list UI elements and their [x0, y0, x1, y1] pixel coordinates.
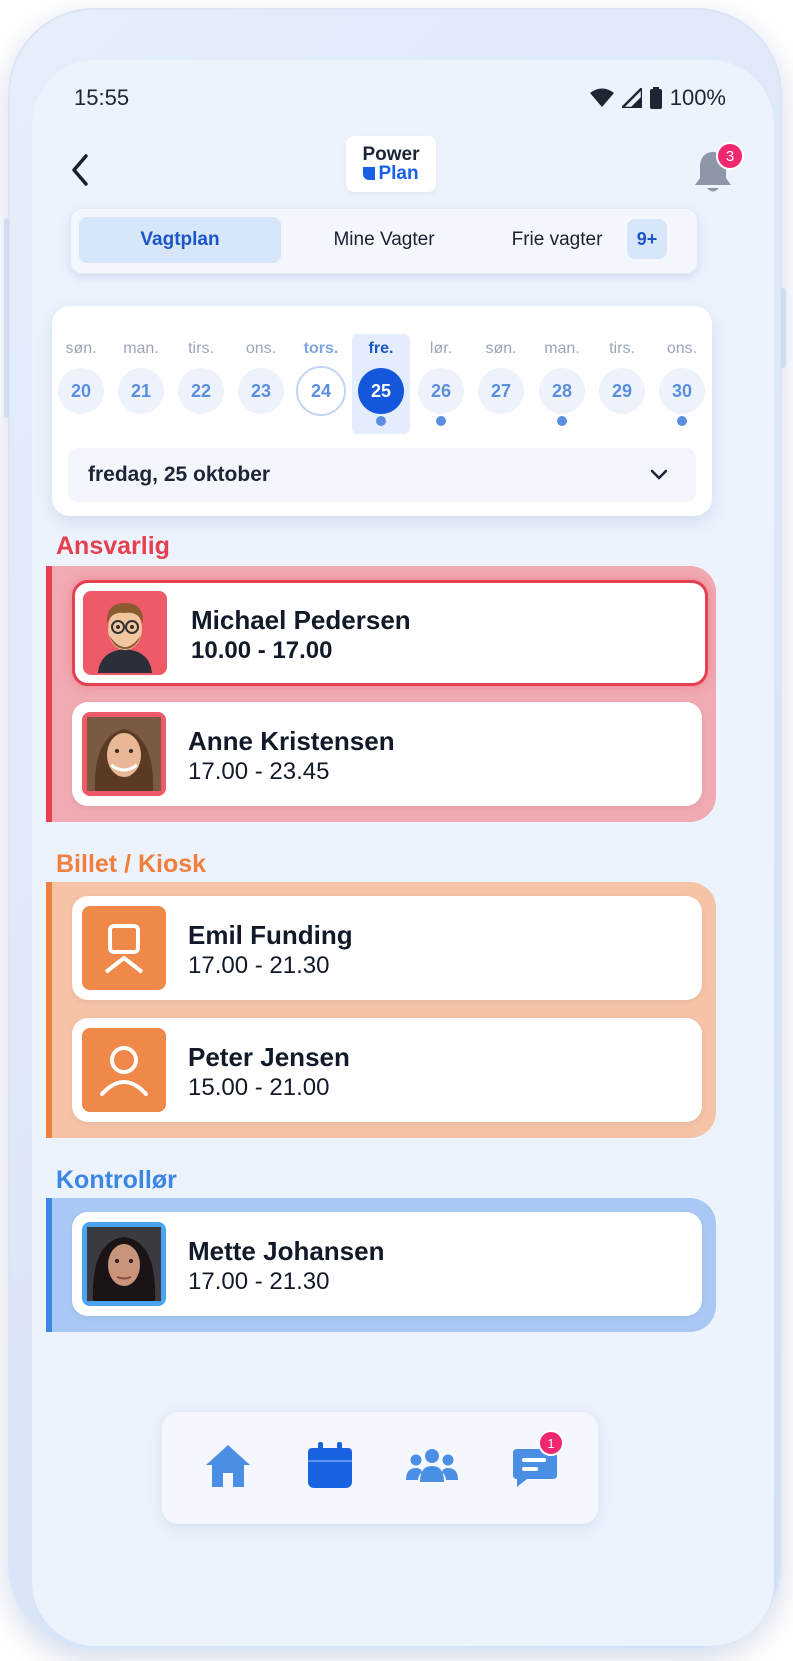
weekday-label: tors.: [303, 340, 339, 357]
employee-name: Peter Jensen: [188, 1042, 350, 1072]
home-icon: [206, 1445, 250, 1487]
employee-name: Mette Johansen: [188, 1236, 385, 1266]
date-number: 25: [358, 368, 404, 414]
messages-count-badge: 1: [538, 1430, 564, 1456]
date-number: 20: [58, 368, 104, 414]
weekday-label: man.: [544, 340, 580, 357]
shift-indicator-dot: [557, 416, 567, 426]
tab-bar: Vagtplan Mine Vagter Frie vagter 9+: [70, 208, 698, 274]
date-number: 24: [296, 366, 346, 416]
bottom-navigation: 1: [162, 1412, 598, 1524]
person-photo-icon: [87, 717, 161, 791]
logo-text-top: Power: [362, 144, 420, 165]
chevron-down-icon: [650, 469, 668, 480]
shift-group-kontrollor: Mette Johansen 17.00 - 21.30: [46, 1198, 716, 1332]
shift-group-ansvarlig: Michael Pedersen 10.00 - 17.00 Anne Kris…: [46, 566, 716, 822]
weekday-label: tirs.: [188, 340, 214, 357]
selected-date-label: fredag, 25 oktober: [88, 463, 271, 486]
employee-name: Emil Funding: [188, 920, 353, 950]
date-number: 29: [599, 368, 645, 414]
date-number: 28: [539, 368, 585, 414]
date-number: 27: [478, 368, 524, 414]
battery-icon: [649, 87, 662, 109]
notifications-button[interactable]: 3: [692, 142, 744, 196]
shift-time: 15.00 - 21.00: [188, 1074, 330, 1101]
date-number: 22: [178, 368, 224, 414]
shift-indicator-dot: [436, 416, 446, 426]
logo-mark-icon: [363, 167, 376, 180]
notification-count-badge: 3: [716, 142, 744, 170]
shift-time: 17.00 - 23.45: [188, 758, 330, 785]
powerplan-logo: Power Plan: [346, 136, 436, 192]
weekday-label: fre.: [368, 340, 394, 357]
avatar: [82, 1028, 166, 1112]
section-title-billet-kiosk: Billet / Kiosk: [56, 850, 207, 878]
date-number: 30: [659, 368, 705, 414]
status-time: 15:55: [74, 85, 130, 110]
section-title-ansvarlig: Ansvarlig: [56, 532, 170, 560]
weekday-label: søn.: [485, 340, 517, 357]
nav-calendar[interactable]: [300, 1436, 360, 1496]
power-button: [781, 288, 786, 368]
weekday-label: ons.: [666, 340, 698, 357]
calendar-icon: [308, 1442, 352, 1488]
weekday-label: søn.: [65, 340, 97, 357]
tab-frie-vagter[interactable]: Frie vagter: [483, 217, 631, 263]
calendar-day-selected[interactable]: fre. 25: [352, 334, 410, 434]
status-bar: 15:55 100%: [74, 80, 726, 116]
group-accent-bar: [46, 566, 52, 822]
app-header: Power Plan 3: [32, 120, 774, 220]
team-icon: [406, 1449, 458, 1482]
battery-level: 100%: [669, 85, 726, 110]
avatar: [82, 906, 166, 990]
shift-card[interactable]: Emil Funding 17.00 - 21.30: [72, 896, 702, 1000]
employee-name: Michael Pedersen: [191, 605, 411, 635]
shift-indicator-dot: [376, 416, 386, 426]
section-title-kontrollor: Kontrollør: [56, 1166, 177, 1194]
app-screen: 15:55 100% Power Plan 3 Vagtplan Mine Va…: [32, 60, 774, 1646]
weekday-label: tirs.: [609, 340, 635, 357]
shift-card[interactable]: Michael Pedersen 10.00 - 17.00: [72, 580, 708, 686]
shift-time: 17.00 - 21.30: [188, 1268, 330, 1295]
back-arrow-icon[interactable]: [62, 150, 102, 190]
nav-home[interactable]: [198, 1436, 258, 1496]
group-accent-bar: [46, 882, 52, 1138]
wifi-icon: [589, 88, 614, 107]
frie-vagter-count-badge: 9+: [627, 219, 667, 259]
weekday-label: ons.: [245, 340, 277, 357]
person-photo-icon: [87, 1227, 161, 1301]
signal-icon: [621, 88, 642, 108]
ticket-kiosk-avatar-icon: [104, 924, 144, 974]
date-picker-dropdown[interactable]: fredag, 25 oktober: [68, 448, 696, 502]
user-avatar-icon: [100, 1046, 148, 1096]
shift-card[interactable]: Mette Johansen 17.00 - 21.30: [72, 1212, 702, 1316]
shift-card[interactable]: Anne Kristensen 17.00 - 23.45: [72, 702, 702, 806]
shift-card[interactable]: Peter Jensen 15.00 - 21.00: [72, 1018, 702, 1122]
avatar: [82, 1222, 166, 1306]
date-number: 23: [238, 368, 284, 414]
date-number: 21: [118, 368, 164, 414]
group-accent-bar: [46, 1198, 52, 1332]
cartoon-avatar-icon: [98, 603, 152, 673]
shift-time: 17.00 - 21.30: [188, 952, 330, 979]
shift-time: 10.00 - 17.00: [191, 637, 333, 664]
phone-frame: 15:55 100% Power Plan 3 Vagtplan Mine Va…: [4, 8, 786, 1650]
avatar: [83, 591, 167, 675]
tab-vagtplan[interactable]: Vagtplan: [79, 217, 281, 263]
weekday-label: man.: [123, 340, 159, 357]
nav-team[interactable]: [402, 1436, 462, 1496]
date-number: 26: [418, 368, 464, 414]
avatar: [82, 712, 166, 796]
logo-text-bottom: Plan: [378, 163, 419, 184]
employee-name: Anne Kristensen: [188, 726, 395, 756]
shift-group-billet-kiosk: Emil Funding 17.00 - 21.30 Peter Jensen …: [46, 882, 716, 1138]
volume-button: [4, 218, 9, 418]
week-calendar: søn. 20 man. 21 tirs. 22 ons. 23 tors. 24 fre…: [52, 306, 712, 516]
shift-indicator-dot: [677, 416, 687, 426]
tab-mine-vagter[interactable]: Mine Vagter: [293, 217, 475, 263]
weekday-label: lør.: [429, 340, 453, 357]
nav-messages[interactable]: 1: [504, 1430, 564, 1496]
